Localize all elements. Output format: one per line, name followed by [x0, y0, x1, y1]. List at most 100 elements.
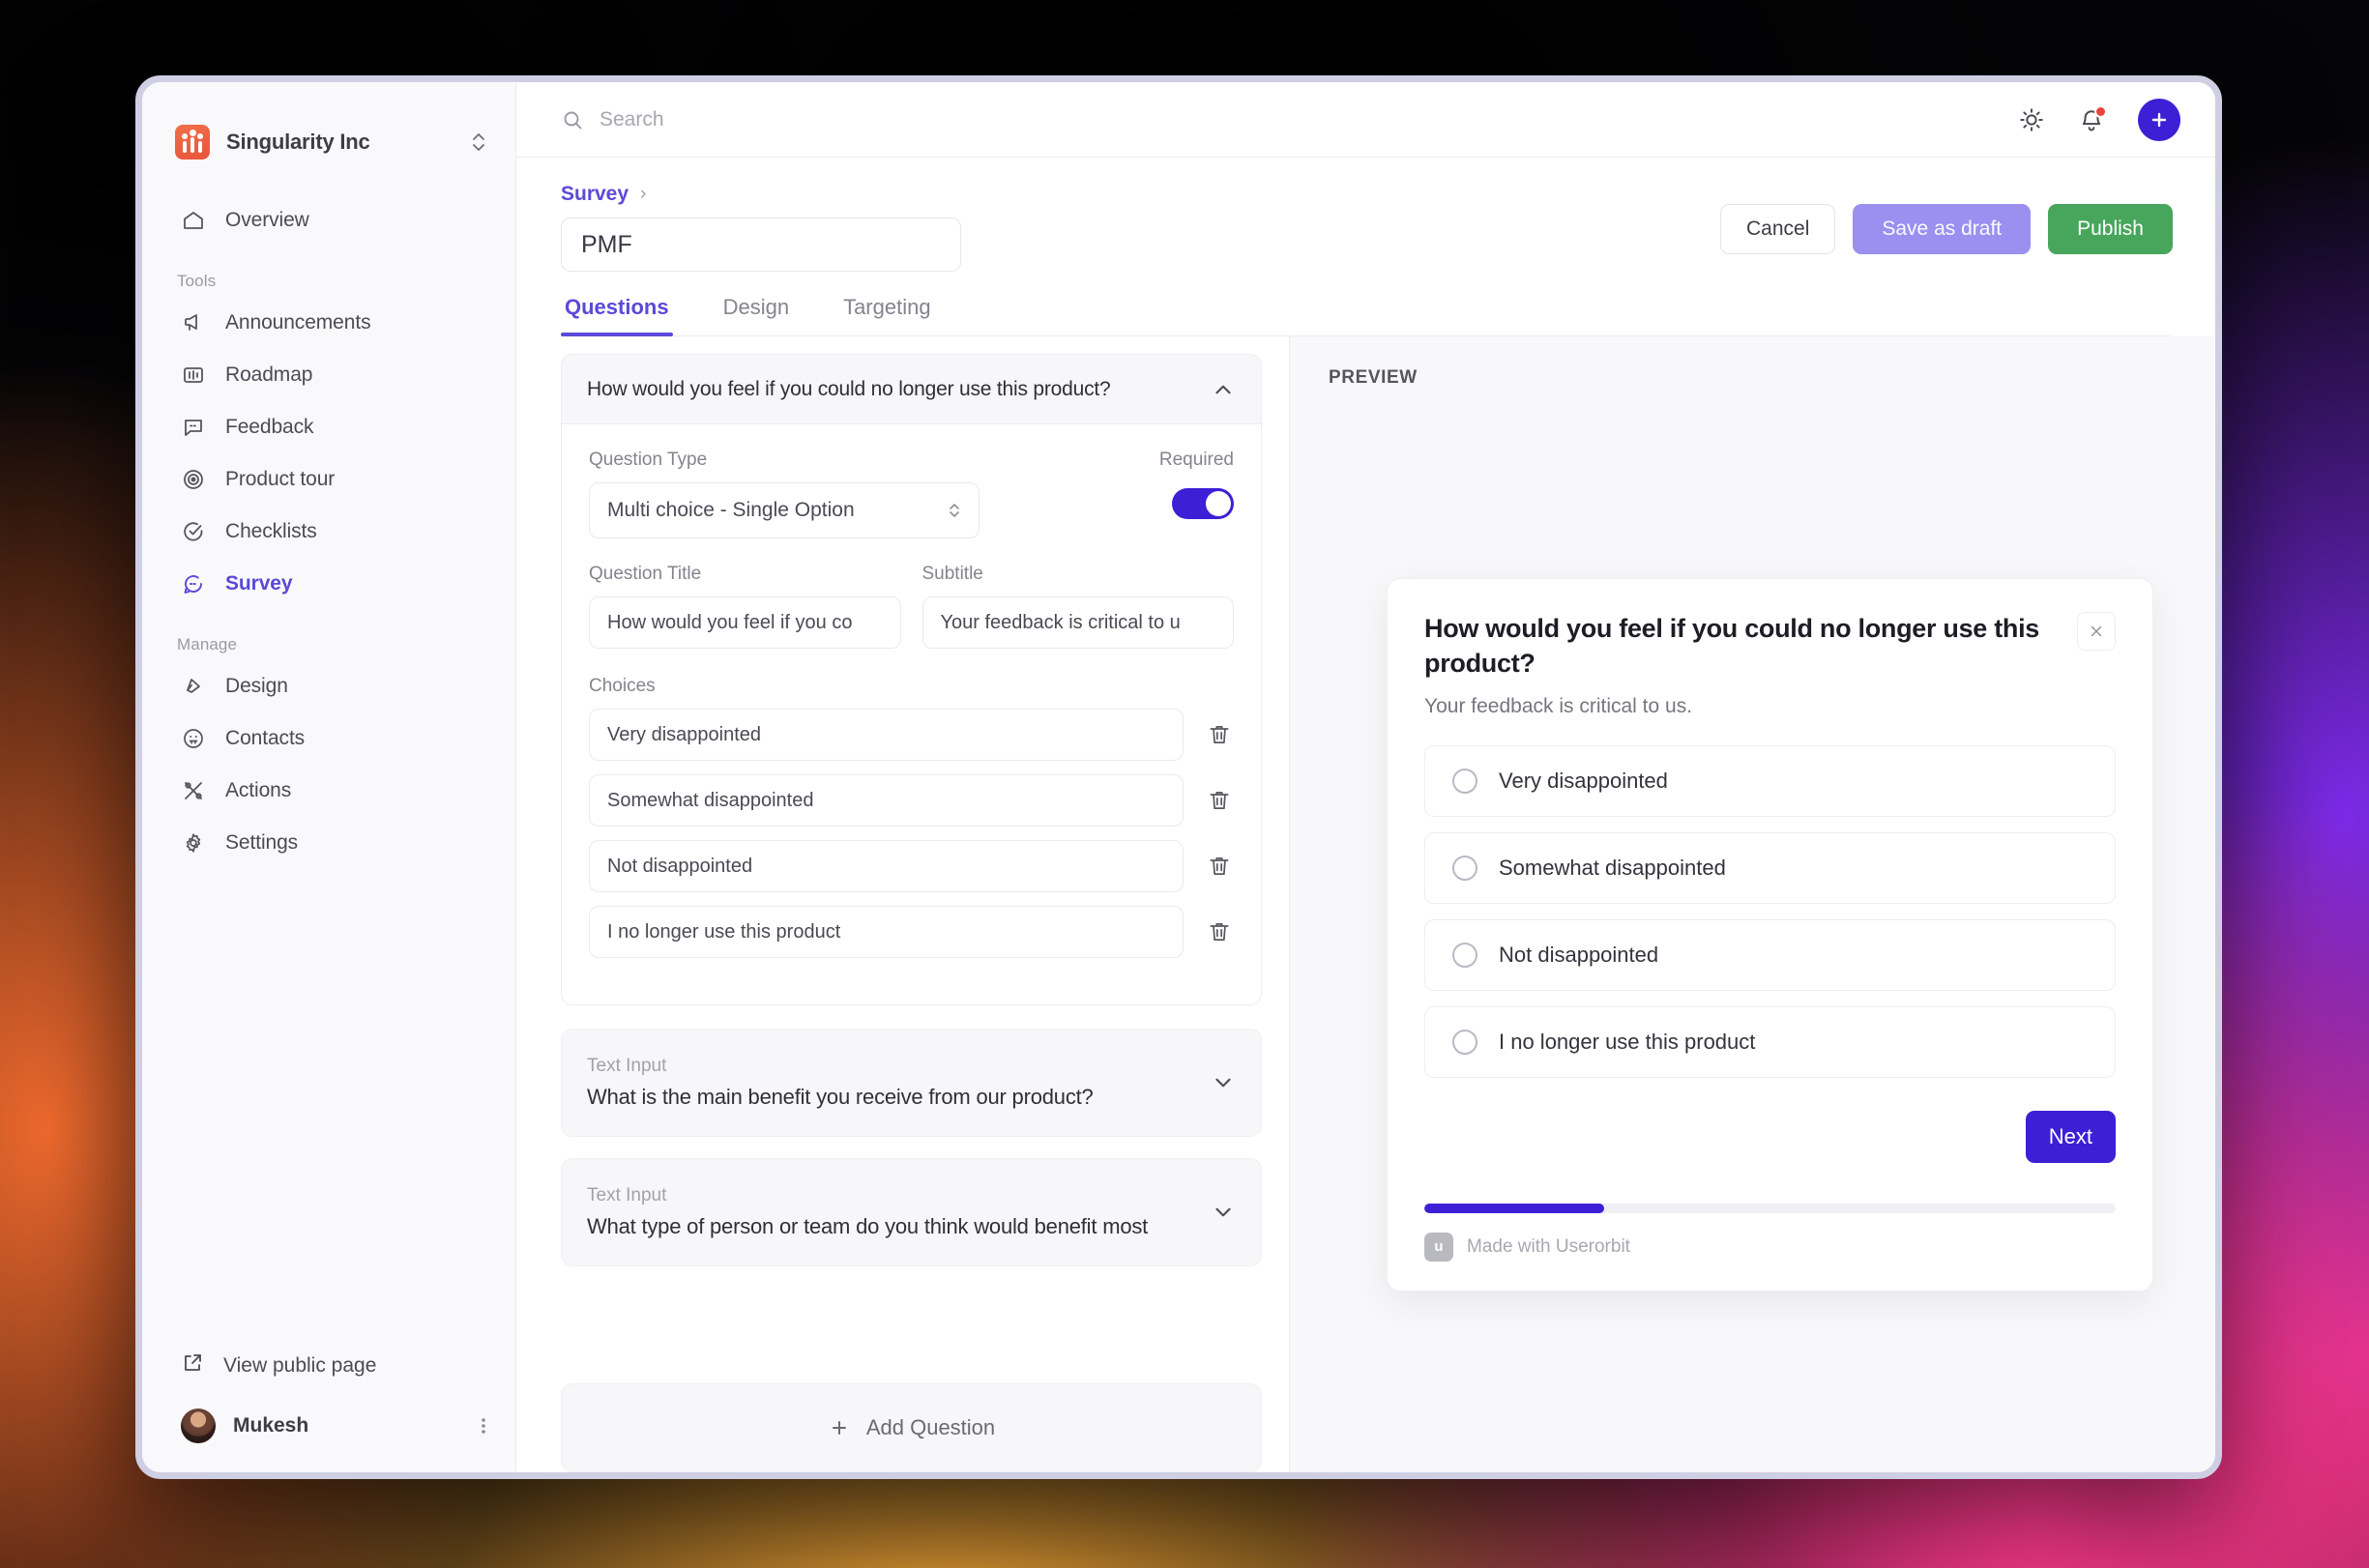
chevron-up-icon[interactable] [1211, 377, 1236, 402]
question-type-label: Question Type [589, 450, 708, 470]
tab-questions[interactable]: Questions [561, 295, 673, 336]
sidebar: Singularity Inc Overview Tools Announcem… [142, 82, 516, 1472]
widget-option-4[interactable]: I no longer use this product [1424, 1005, 2116, 1078]
user-menu[interactable]: Mukesh [169, 1401, 498, 1451]
sidebar-item-roadmap[interactable]: Roadmap [169, 349, 498, 401]
save-as-draft-button[interactable]: Save as draft [1853, 204, 2032, 254]
radio-icon[interactable] [1452, 942, 1477, 968]
choice-input-1[interactable] [589, 709, 1184, 761]
choice-input-2[interactable] [589, 774, 1184, 827]
chevron-up-down-icon [948, 501, 961, 520]
widget-progress-bar [1424, 1203, 2116, 1213]
widget-title: How would you feel if you could no longe… [1424, 614, 2040, 678]
publish-button[interactable]: Publish [2048, 204, 2173, 254]
required-toggle-group: Required [1159, 450, 1234, 519]
contacts-icon [181, 726, 206, 751]
org-name: Singularity Inc [226, 130, 370, 154]
search-input[interactable] [600, 107, 986, 131]
more-options-icon[interactable] [481, 1414, 486, 1437]
preview-label: PREVIEW [1329, 367, 1418, 388]
check-circle-icon [181, 519, 206, 544]
sidebar-item-actions[interactable]: Actions [169, 765, 498, 817]
actions-icon [181, 778, 206, 803]
widget-footer: u Made with Userorbit [1424, 1232, 2116, 1262]
widget-option-1[interactable]: Very disappointed [1424, 744, 2116, 817]
view-public-page-link[interactable]: View public page [169, 1341, 498, 1391]
question-type-badge: Text Input [587, 1185, 667, 1205]
tabs: Questions Design Targeting [561, 295, 2171, 336]
radio-icon[interactable] [1452, 1029, 1477, 1055]
sidebar-item-product-tour[interactable]: Product tour [169, 453, 498, 506]
choice-row [589, 774, 1234, 827]
close-icon[interactable] [2077, 612, 2116, 651]
comment-icon [181, 415, 206, 440]
question-card-collapsed-2[interactable]: Text Input What type of person or team d… [561, 1158, 1262, 1266]
breadcrumb[interactable]: Survey › [561, 183, 1720, 206]
survey-name-input[interactable] [561, 218, 961, 272]
sidebar-item-label: Actions [225, 779, 292, 801]
widget-header: How would you feel if you could no longe… [1424, 612, 2116, 682]
bell-icon[interactable] [2078, 104, 2107, 133]
question-title-input[interactable]: How would you feel if you co [589, 596, 901, 649]
plus-icon [828, 1416, 851, 1439]
sidebar-item-contacts[interactable]: Contacts [169, 712, 498, 765]
sidebar-item-label: Overview [225, 209, 309, 231]
question-type-select[interactable]: Multi choice - Single Option [589, 482, 980, 538]
trash-icon[interactable] [1205, 722, 1234, 747]
sidebar-item-settings[interactable]: Settings [169, 817, 498, 869]
radio-icon[interactable] [1452, 855, 1477, 881]
radio-icon[interactable] [1452, 768, 1477, 794]
question-type-value: Multi choice - Single Option [607, 499, 855, 521]
add-button[interactable] [2138, 98, 2180, 141]
choice-input-3[interactable] [589, 840, 1184, 892]
target-icon [181, 467, 206, 492]
next-button[interactable]: Next [2025, 1110, 2116, 1163]
breadcrumb-survey[interactable]: Survey [561, 183, 629, 206]
tab-design[interactable]: Design [719, 295, 793, 335]
required-toggle[interactable] [1172, 488, 1234, 519]
chevron-down-icon[interactable] [1211, 1200, 1236, 1225]
chevron-down-icon[interactable] [1211, 1070, 1236, 1095]
org-switcher[interactable]: Singularity Inc [169, 117, 494, 167]
preview-panel: PREVIEW How would you feel if you could … [1290, 336, 2215, 1472]
widget-option-3[interactable]: Not disappointed [1424, 918, 2116, 991]
question-type-badge: Text Input [587, 1056, 667, 1076]
add-question-button[interactable]: Add Question [561, 1383, 1262, 1472]
sidebar-nav: Overview Tools Announcements Roadmap Fee… [142, 194, 515, 869]
trash-icon[interactable] [1205, 854, 1234, 879]
tab-targeting[interactable]: Targeting [839, 295, 935, 335]
sidebar-item-checklists[interactable]: Checklists [169, 506, 498, 558]
choices-label: Choices [589, 676, 656, 696]
sidebar-item-overview[interactable]: Overview [169, 194, 498, 247]
chevron-up-down-icon[interactable] [469, 131, 488, 154]
choice-input-4[interactable] [589, 906, 1184, 958]
trash-icon[interactable] [1205, 919, 1234, 944]
chat-icon [181, 571, 206, 596]
page-header: Survey › Cancel Save as draft Publish [516, 158, 2215, 272]
widget-option-2[interactable]: Somewhat disappointed [1424, 831, 2116, 904]
megaphone-icon [181, 310, 206, 335]
widget-option-label: Not disappointed [1499, 942, 1659, 967]
widget-next-row: Next [1424, 1110, 2116, 1163]
notification-badge [2094, 104, 2107, 118]
sidebar-section-tools: Tools [177, 272, 217, 290]
sun-icon[interactable] [2018, 106, 2045, 133]
search-icon [561, 108, 584, 131]
topbar [516, 82, 2215, 158]
sidebar-item-label: Contacts [225, 727, 306, 749]
avatar [181, 1408, 216, 1443]
chevron-right-icon: › [640, 184, 647, 204]
sidebar-item-survey[interactable]: Survey [169, 558, 498, 610]
sidebar-item-feedback[interactable]: Feedback [169, 401, 498, 453]
question-card-header[interactable]: How would you feel if you could no longe… [562, 355, 1261, 424]
content-body: How would you feel if you could no longe… [516, 336, 2215, 1472]
sidebar-item-design[interactable]: Design [169, 660, 498, 712]
cancel-button[interactable]: Cancel [1720, 204, 1836, 254]
sidebar-item-announcements[interactable]: Announcements [169, 297, 498, 349]
subtitle-input[interactable]: Your feedback is critical to u [921, 596, 1234, 649]
trash-icon[interactable] [1205, 788, 1234, 813]
search-area[interactable] [561, 107, 2001, 131]
question-card-collapsed-1[interactable]: Text Input What is the main benefit you … [561, 1029, 1262, 1137]
required-label: Required [1158, 450, 1234, 470]
sidebar-item-label: Settings [225, 831, 299, 854]
